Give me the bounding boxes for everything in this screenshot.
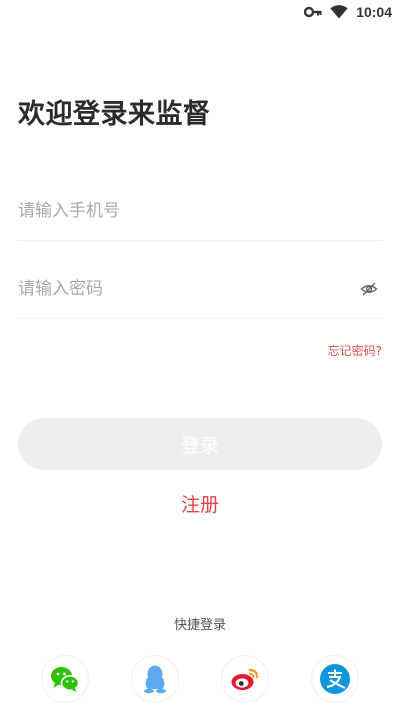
phone-input[interactable] (18, 182, 338, 240)
password-input[interactable] (18, 260, 338, 318)
weibo-icon (230, 666, 260, 692)
register-link[interactable]: 注册 (0, 490, 400, 517)
status-icons: 10:04 (304, 4, 392, 20)
wechat-icon (50, 665, 80, 693)
wifi-icon (330, 5, 348, 19)
alipay-icon (320, 664, 350, 694)
phone-field (18, 182, 382, 241)
qq-icon (142, 664, 168, 694)
qq-login-button[interactable] (131, 655, 179, 703)
page-title: 欢迎登录来监督 (18, 99, 211, 130)
login-button[interactable]: 登录 (18, 418, 382, 470)
status-time: 10:04 (356, 4, 392, 20)
wechat-login-button[interactable] (41, 655, 89, 703)
weibo-login-button[interactable] (221, 655, 269, 703)
alipay-login-button[interactable] (311, 655, 359, 703)
forgot-password-link[interactable]: 忘记密码? (328, 342, 382, 359)
password-field (18, 260, 382, 319)
quick-login-label: 快捷登录 (173, 618, 226, 633)
social-login-row (0, 655, 400, 705)
status-bar: 10:04 (0, 0, 400, 26)
eye-hidden-icon[interactable] (360, 280, 378, 298)
key-icon (304, 6, 322, 18)
